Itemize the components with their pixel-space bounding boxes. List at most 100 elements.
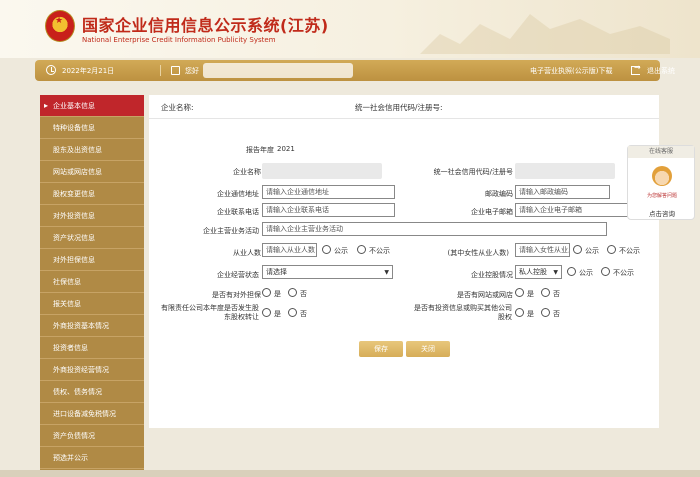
save-button[interactable]: 保存 [359, 341, 403, 357]
report-year-label: 报告年度 [246, 146, 274, 154]
clock-icon [46, 65, 56, 75]
sidebar-item-investment[interactable]: 对外投资信息 [40, 205, 144, 227]
holding-label: 企业控股情况 [471, 271, 513, 279]
site-title: 国家企业信用信息公示系统(江苏) [82, 16, 329, 35]
online-service-title: 在线客服 [628, 146, 694, 158]
sidebar-item-website[interactable]: 网站或网店信息 [40, 161, 144, 183]
address-label: 企业通信地址 [217, 190, 259, 198]
employees-public-text: 公示 [334, 247, 348, 255]
website-label: 是否有网站或网店 [457, 291, 513, 299]
female-public-text: 公示 [585, 247, 599, 255]
guarantee-yes-radio[interactable] [262, 288, 271, 297]
status-select[interactable]: 请选择 ▼ [262, 265, 393, 279]
credit-code-label: 统一社会信用代码/注册号 [433, 168, 513, 176]
sidebar-item-investors[interactable]: 投资者信息 [40, 337, 144, 359]
redacted-credit-code [515, 163, 615, 179]
transfer-no-radio[interactable] [288, 308, 297, 317]
invest-label: 是否有投资信息或购买其他公司股权 [414, 304, 512, 321]
consult-link[interactable]: 点击咨询 [628, 208, 696, 218]
status-select-value: 请选择 [266, 268, 287, 276]
sidebar-item-assets[interactable]: 资产状况信息 [40, 227, 144, 249]
employees-private-radio[interactable] [357, 245, 366, 254]
redacted-user-name [203, 63, 353, 78]
sidebar-item-foreign-investment[interactable]: 外商投资基本情况 [40, 315, 144, 337]
female-private-text: 不公示 [619, 247, 640, 255]
employees-input[interactable]: 请输入从业人数 [262, 243, 317, 257]
holding-public-radio[interactable] [567, 267, 576, 276]
employees-label: 从业人数 [233, 249, 261, 257]
user-greeting: 您好 [185, 67, 199, 75]
website-no-radio[interactable] [541, 288, 550, 297]
credit-code-heading: 统一社会信用代码/注册号: [355, 103, 443, 112]
email-input[interactable]: 请输入企业电子邮箱 [515, 203, 637, 217]
divider [160, 65, 161, 76]
transfer-no-text: 否 [300, 310, 307, 318]
website-no-text: 否 [553, 290, 560, 298]
invest-no-text: 否 [553, 310, 560, 318]
female-private-radio[interactable] [607, 245, 616, 254]
invest-yes-text: 是 [527, 310, 534, 318]
company-name-heading: 企业名称: [161, 103, 194, 112]
invest-no-radio[interactable] [541, 308, 550, 317]
redacted-company-name [262, 163, 382, 179]
holding-private-radio[interactable] [601, 267, 610, 276]
business-input[interactable]: 请输入企业主营业务活动 [262, 222, 607, 236]
sidebar-item-shareholders[interactable]: 股东及出资信息 [40, 139, 144, 161]
current-date: 2022年2月21日 [62, 67, 115, 75]
postcode-label: 邮政编码 [485, 190, 513, 198]
logout-link[interactable]: 退出系统 [647, 66, 675, 76]
address-input[interactable]: 请输入企业通信地址 [262, 185, 395, 199]
top-bar: 2022年2月21日 您好 电子营业执照(公示版)下载 退出系统 [35, 60, 675, 81]
sidebar-item-foreign-operations[interactable]: 外商投资经营情况 [40, 359, 144, 381]
holding-select-value: 私人控股 [519, 268, 547, 276]
main-form-panel: 企业名称: 统一社会信用代码/注册号: 报告年度 2021 企业名称 统一社会信… [149, 95, 659, 428]
sidebar-item-guarantee[interactable]: 对外担保信息 [40, 249, 144, 271]
guarantee-label: 是否有对外担保 [212, 291, 261, 299]
online-service-widget[interactable]: 在线客服 为您解答问题 点击咨询 [627, 145, 695, 220]
service-avatar-icon [652, 166, 672, 186]
sidebar-item-equity-change[interactable]: 股权变更信息 [40, 183, 144, 205]
company-name-label: 企业名称 [233, 168, 261, 176]
guarantee-yes-text: 是 [274, 290, 281, 298]
website-yes-radio[interactable] [515, 288, 524, 297]
female-public-radio[interactable] [573, 245, 582, 254]
employees-public-radio[interactable] [322, 245, 331, 254]
sidebar-item-preview-publish[interactable]: 预选并公示 [40, 447, 144, 469]
transfer-yes-text: 是 [274, 310, 281, 318]
status-label: 企业经营状态 [217, 271, 259, 279]
sidebar-item-social-security[interactable]: 社保信息 [40, 271, 144, 293]
postcode-input[interactable]: 请输入邮政编码 [515, 185, 610, 199]
phone-label: 企业联系电话 [217, 208, 259, 216]
sidebar-item-special-equipment[interactable]: 特种设备信息 [40, 117, 144, 139]
logout-icon[interactable] [631, 63, 641, 75]
user-icon [171, 66, 180, 75]
close-button[interactable]: 关闭 [406, 341, 450, 357]
license-download-link[interactable]: 电子营业执照(公示版)下载 [530, 66, 612, 76]
sidebar-item-debts[interactable]: 债权、债务情况 [40, 381, 144, 403]
female-employees-input[interactable]: 请输入女性从业人数 [515, 243, 570, 257]
chevron-down-icon: ▼ [384, 269, 389, 276]
guarantee-no-radio[interactable] [288, 288, 297, 297]
holding-select[interactable]: 私人控股 ▼ [515, 265, 562, 279]
invest-yes-radio[interactable] [515, 308, 524, 317]
site-header: 国家企业信用信息公示系统(江苏) National Enterprise Cre… [0, 0, 700, 58]
site-subtitle: National Enterprise Credit Information P… [82, 36, 276, 44]
holding-private-text: 不公示 [613, 269, 634, 277]
online-service-subtitle: 为您解答问题 [646, 193, 677, 199]
business-label: 企业主营业务活动 [203, 227, 259, 235]
form-header: 企业名称: 统一社会信用代码/注册号: [149, 95, 659, 119]
equity-transfer-label: 有限责任公司本年度是否发生股东股权转让 [161, 304, 259, 321]
sidebar: 企业基本信息 特种设备信息 股东及出资信息 网站或网店信息 股权变更信息 对外投… [40, 95, 144, 470]
sidebar-item-basic-info[interactable]: 企业基本信息 [40, 95, 144, 117]
holding-public-text: 公示 [579, 269, 593, 277]
female-employees-label: (其中女性从业人数) [447, 249, 509, 257]
sidebar-item-customs[interactable]: 报关信息 [40, 293, 144, 315]
sidebar-item-import-equipment[interactable]: 进口设备减免税情况 [40, 403, 144, 425]
footer-strip [0, 470, 700, 477]
guarantee-no-text: 否 [300, 290, 307, 298]
national-emblem-icon [45, 10, 75, 42]
chevron-down-icon: ▼ [553, 269, 558, 276]
transfer-yes-radio[interactable] [262, 308, 271, 317]
sidebar-item-balance[interactable]: 资产负债情况 [40, 425, 144, 447]
phone-input[interactable]: 请输入企业联系电话 [262, 203, 395, 217]
